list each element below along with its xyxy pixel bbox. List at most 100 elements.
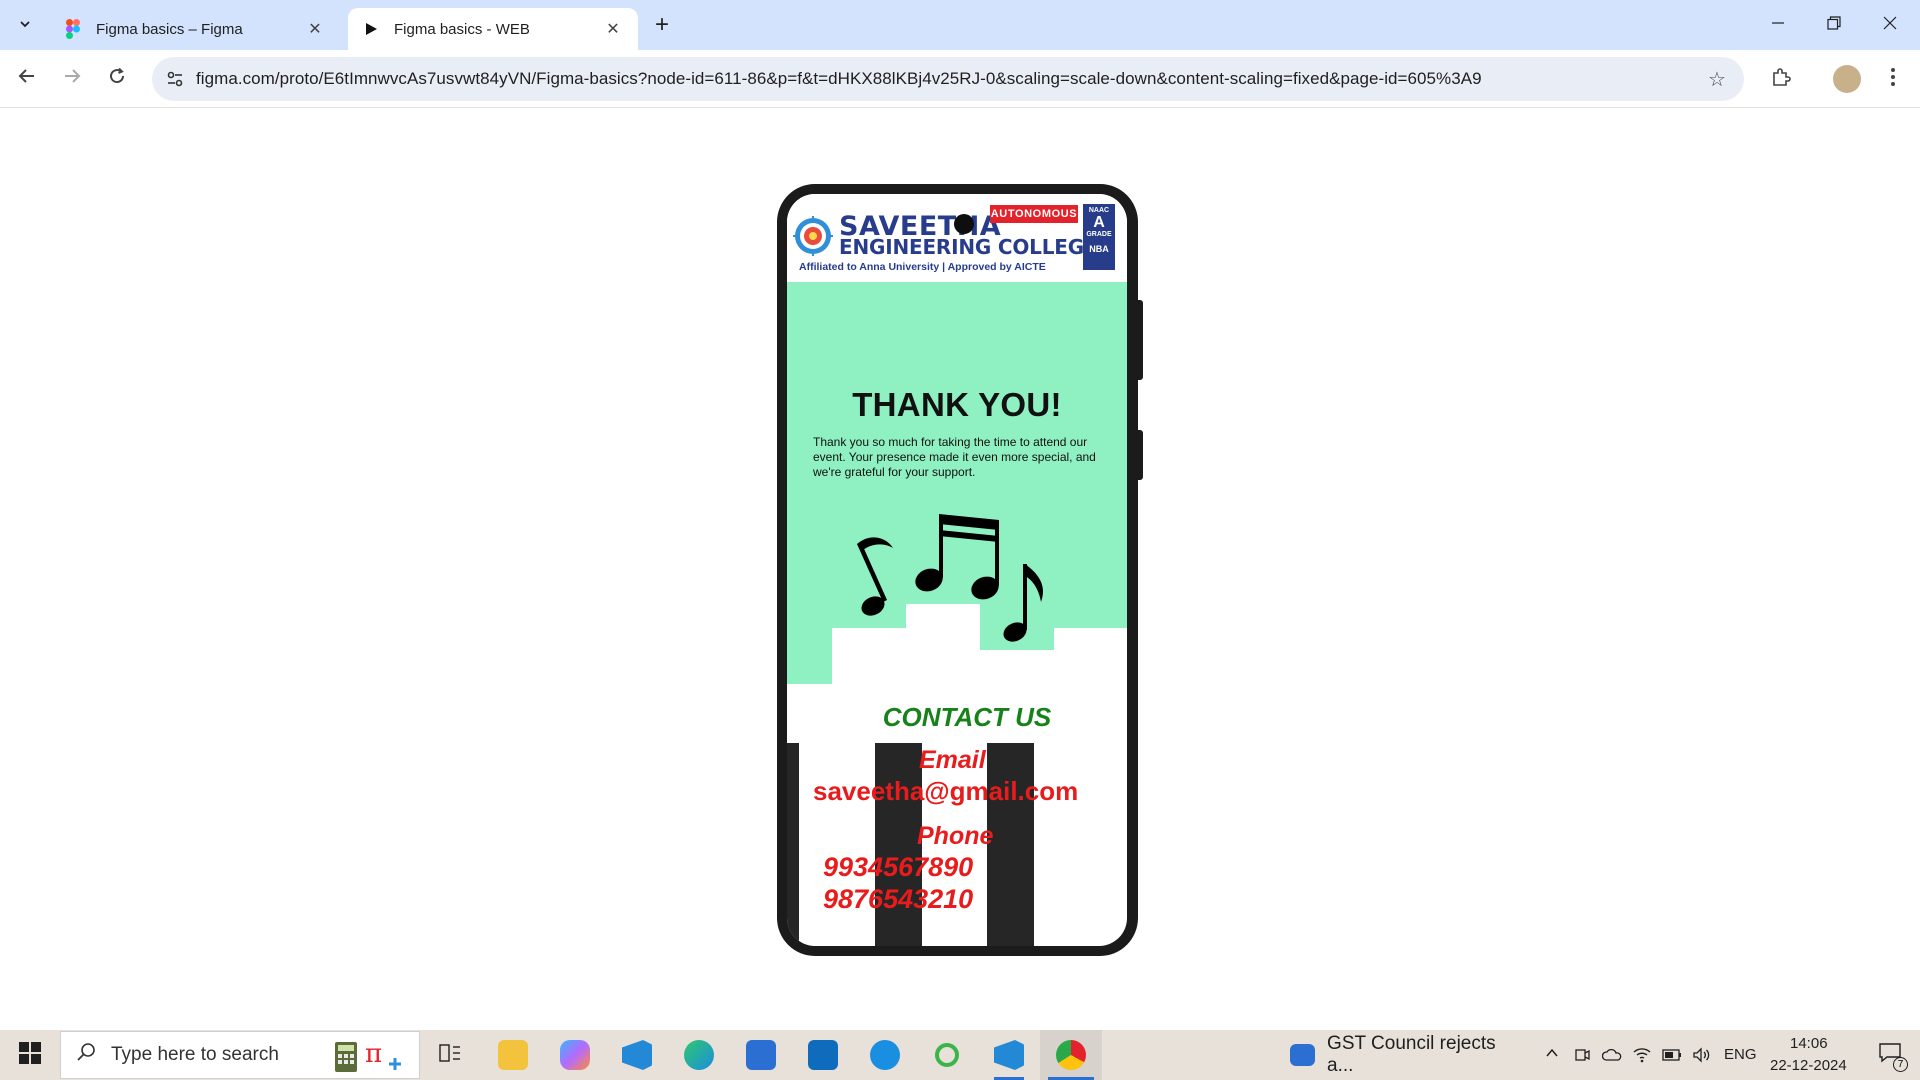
edge-icon bbox=[684, 1040, 714, 1070]
close-icon[interactable]: ✕ bbox=[602, 18, 624, 40]
compass-icon bbox=[870, 1040, 900, 1070]
outlook-icon bbox=[808, 1040, 838, 1070]
start-button[interactable] bbox=[0, 1030, 60, 1080]
copilot-button[interactable] bbox=[552, 1030, 598, 1080]
address-bar[interactable]: figma.com/proto/E6tImnwvcAs7usvwt84yVN/F… bbox=[152, 57, 1744, 101]
close-window-button[interactable] bbox=[1862, 0, 1918, 50]
vscode-icon bbox=[994, 1040, 1024, 1070]
tab-title: Figma basics – Figma bbox=[96, 20, 243, 38]
news-widget[interactable]: GST Council rejects a... bbox=[1290, 1030, 1520, 1080]
arrow-right-icon bbox=[63, 67, 81, 91]
task-view-icon bbox=[439, 1043, 461, 1068]
piano-key-stripe bbox=[875, 743, 922, 946]
arrow-left-icon bbox=[18, 67, 36, 91]
notification-count: 7 bbox=[1893, 1057, 1908, 1072]
phone-number[interactable]: 9876543210 bbox=[823, 884, 973, 915]
store-icon bbox=[746, 1040, 776, 1070]
tab-figma-editor[interactable]: Figma basics – Figma ✕ bbox=[50, 8, 340, 50]
naac-grade-label: GRADE bbox=[1086, 231, 1112, 238]
phone-side-button bbox=[1138, 300, 1143, 380]
search-icon bbox=[77, 1042, 97, 1068]
onedrive-icon[interactable] bbox=[1598, 1030, 1626, 1080]
browser-toolbar: figma.com/proto/E6tImnwvcAs7usvwt84yVN/F… bbox=[0, 50, 1920, 108]
news-headline: GST Council rejects a... bbox=[1327, 1033, 1496, 1076]
show-hidden-icons-button[interactable] bbox=[1538, 1030, 1566, 1080]
naac-badge: NAAC A GRADE NBA bbox=[1083, 204, 1115, 270]
bookmark-star-icon[interactable]: ☆ bbox=[1704, 66, 1730, 92]
piano-key-stripe bbox=[787, 743, 799, 946]
vscode-button[interactable] bbox=[986, 1030, 1032, 1080]
play-icon bbox=[362, 20, 380, 38]
outlook-button[interactable] bbox=[800, 1030, 846, 1080]
forward-button[interactable] bbox=[55, 62, 89, 96]
naac-grade: A bbox=[1093, 214, 1105, 231]
phone-side-button bbox=[1138, 430, 1143, 480]
tab-search-button[interactable] bbox=[10, 10, 40, 40]
extensions-button[interactable] bbox=[1764, 62, 1798, 96]
plus-icon: + bbox=[654, 11, 669, 38]
step-block bbox=[906, 604, 980, 688]
minimize-button[interactable] bbox=[1750, 0, 1806, 50]
reload-icon bbox=[108, 67, 126, 91]
restore-icon bbox=[1827, 15, 1841, 35]
app-button[interactable] bbox=[862, 1030, 908, 1080]
chrome-button[interactable] bbox=[1040, 1030, 1102, 1080]
contact-title: CONTACT US bbox=[882, 702, 1052, 732]
taskbar-search-input[interactable]: Type here to search π bbox=[60, 1031, 420, 1079]
file-explorer-button[interactable] bbox=[490, 1030, 536, 1080]
search-placeholder: Type here to search bbox=[111, 1044, 279, 1065]
app-button[interactable] bbox=[924, 1030, 970, 1080]
vscode-icon bbox=[622, 1040, 652, 1070]
tab-title: Figma basics - WEB bbox=[394, 20, 530, 38]
profile-button[interactable] bbox=[1830, 62, 1864, 96]
thank-you-title: THANK YOU! bbox=[852, 386, 1062, 423]
battery-icon[interactable] bbox=[1658, 1030, 1686, 1080]
email-value[interactable]: saveetha@gmail.com bbox=[813, 776, 1078, 807]
camera-dot bbox=[954, 214, 974, 234]
volume-icon[interactable] bbox=[1688, 1030, 1716, 1080]
puzzle-icon bbox=[1771, 67, 1791, 92]
close-icon bbox=[1883, 16, 1897, 35]
nba-label: NBA bbox=[1089, 244, 1109, 254]
tab-figma-web[interactable]: Figma basics - WEB ✕ bbox=[348, 8, 638, 50]
college-affiliation: Affiliated to Anna University | Approved… bbox=[799, 261, 1046, 273]
email-label: Email bbox=[919, 746, 986, 774]
phone-frame: SAVEETHA ENGINEERING COLLEGE Affiliated … bbox=[777, 184, 1138, 956]
svg-text:π: π bbox=[365, 1039, 382, 1069]
url-text: figma.com/proto/E6tImnwvcAs7usvwt84yVN/F… bbox=[196, 69, 1482, 88]
language-indicator[interactable]: ENG bbox=[1724, 1046, 1757, 1063]
chrome-icon bbox=[1056, 1040, 1086, 1070]
notifications-button[interactable]: 7 bbox=[1868, 1030, 1912, 1080]
step-block bbox=[1054, 628, 1127, 688]
close-icon[interactable]: ✕ bbox=[304, 18, 326, 40]
wifi-icon[interactable] bbox=[1628, 1030, 1656, 1080]
phone-number[interactable]: 9934567890 bbox=[823, 852, 973, 883]
edge-button[interactable] bbox=[676, 1030, 722, 1080]
site-settings-icon[interactable] bbox=[162, 66, 188, 92]
piano-key-stripe bbox=[987, 743, 1034, 946]
chevron-down-icon bbox=[18, 17, 32, 34]
news-icon bbox=[1290, 1044, 1316, 1066]
chevron-up-icon bbox=[1545, 1046, 1559, 1065]
new-tab-button[interactable]: + bbox=[648, 11, 676, 39]
reload-button[interactable] bbox=[100, 62, 134, 96]
menu-button[interactable] bbox=[1876, 62, 1910, 96]
tab-strip: Figma basics – Figma ✕ Figma basics - WE… bbox=[0, 0, 1920, 50]
college-header: SAVEETHA ENGINEERING COLLEGE Affiliated … bbox=[787, 194, 1127, 282]
step-block bbox=[980, 650, 1054, 688]
step-block bbox=[832, 628, 906, 688]
avatar bbox=[1833, 65, 1861, 93]
vscode-button[interactable] bbox=[614, 1030, 660, 1080]
clock-time[interactable]: 14:06 bbox=[1790, 1035, 1828, 1052]
calculator-pi-icon: π bbox=[331, 1038, 411, 1080]
restore-button[interactable] bbox=[1806, 0, 1862, 50]
phone-label: Phone bbox=[917, 822, 994, 850]
back-button[interactable] bbox=[10, 62, 44, 96]
more-vertical-icon bbox=[1890, 67, 1896, 92]
task-view-button[interactable] bbox=[430, 1030, 470, 1080]
clock-date[interactable]: 22-12-2024 bbox=[1770, 1057, 1847, 1074]
meet-now-icon[interactable] bbox=[1568, 1030, 1596, 1080]
minimize-icon bbox=[1771, 16, 1785, 35]
loading-ring-icon bbox=[935, 1043, 959, 1067]
store-button[interactable] bbox=[738, 1030, 784, 1080]
